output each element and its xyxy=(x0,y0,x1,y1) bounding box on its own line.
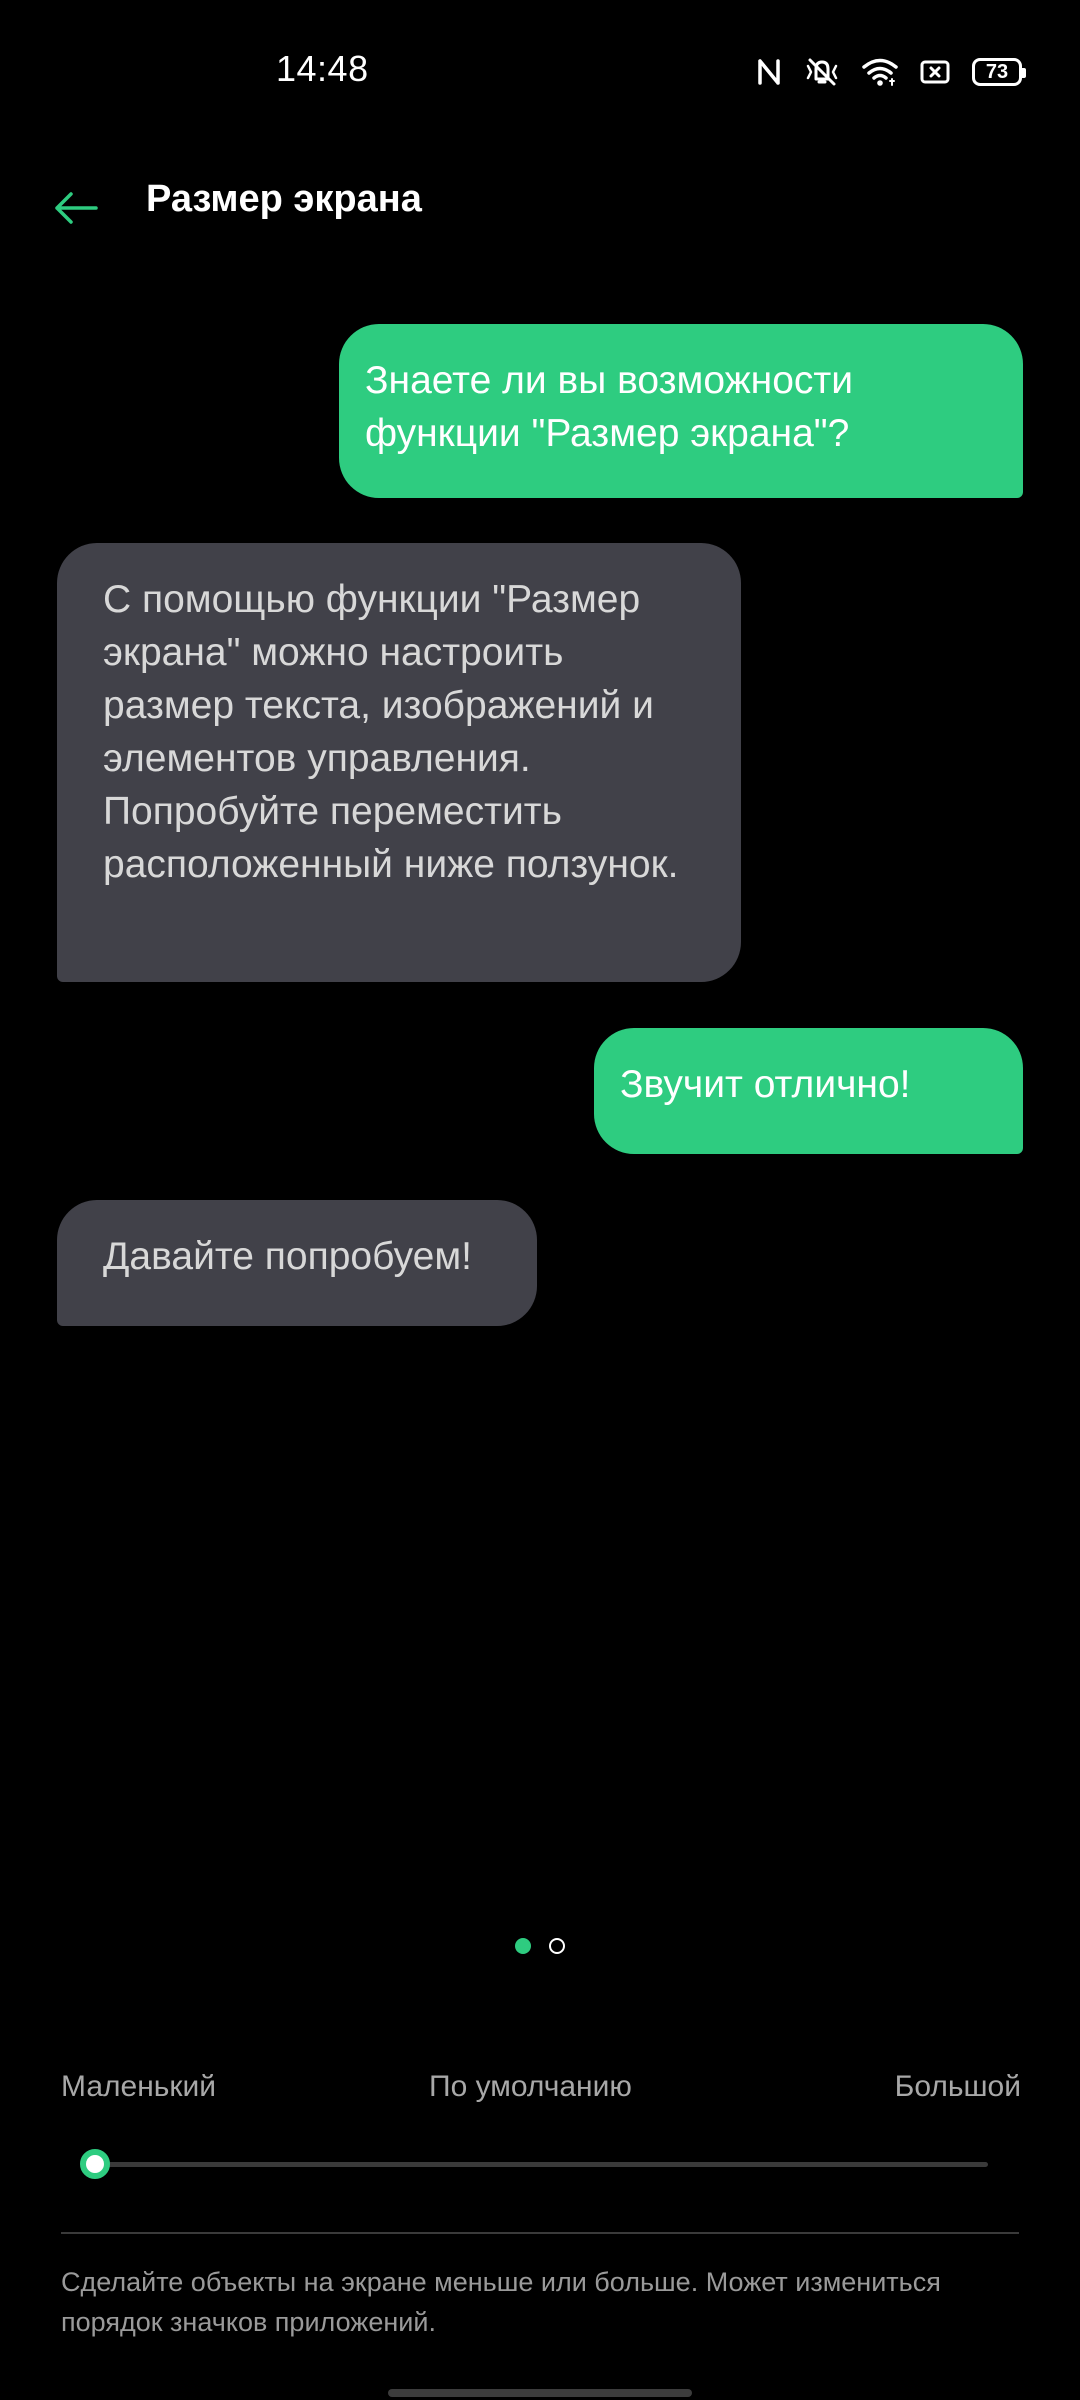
arrow-left-icon xyxy=(53,191,99,230)
chat-message-bot: С помощью функции "Размер экрана" можно … xyxy=(57,543,741,982)
chat-message-user: Знаете ли вы возможности функции "Размер… xyxy=(339,324,1023,498)
chat-message-user: Звучит отлично! xyxy=(594,1028,1023,1154)
divider xyxy=(61,2232,1019,2234)
slider-track[interactable] xyxy=(82,2162,988,2167)
page-title: Размер экрана xyxy=(146,178,422,220)
page-indicator xyxy=(0,1938,1080,1954)
back-button[interactable] xyxy=(40,174,112,246)
status-bar: 14:48 73 xyxy=(0,0,1080,140)
size-label-default: По умолчанию xyxy=(429,2070,632,2103)
status-icons: 73 xyxy=(756,52,1026,92)
slider-thumb[interactable] xyxy=(80,2149,110,2179)
screen: 14:48 73 Размер экрана Знаете ли вы возм… xyxy=(0,0,1080,2400)
screen-size-slider[interactable] xyxy=(80,2145,988,2183)
status-time: 14:48 xyxy=(276,48,369,89)
battery-icon: 73 xyxy=(972,58,1026,86)
page-dot-inactive[interactable] xyxy=(549,1938,565,1954)
nfc-icon xyxy=(756,57,782,87)
gesture-navigation-handle[interactable] xyxy=(388,2389,692,2397)
description-text: Сделайте объекты на экране меньше или бо… xyxy=(61,2267,941,2337)
app-header: Размер экрана xyxy=(0,160,1080,280)
size-label-large: Большой xyxy=(894,2070,1021,2103)
chat-message-bot: Давайте попробуем! xyxy=(57,1200,537,1326)
page-dot-active[interactable] xyxy=(515,1938,531,1954)
size-labels: Маленький По умолчанию Большой xyxy=(61,2070,1021,2114)
size-label-small: Маленький xyxy=(61,2070,217,2103)
screen-cast-icon xyxy=(920,59,950,85)
wifi-icon xyxy=(862,57,898,87)
vibrate-off-icon xyxy=(804,57,840,87)
